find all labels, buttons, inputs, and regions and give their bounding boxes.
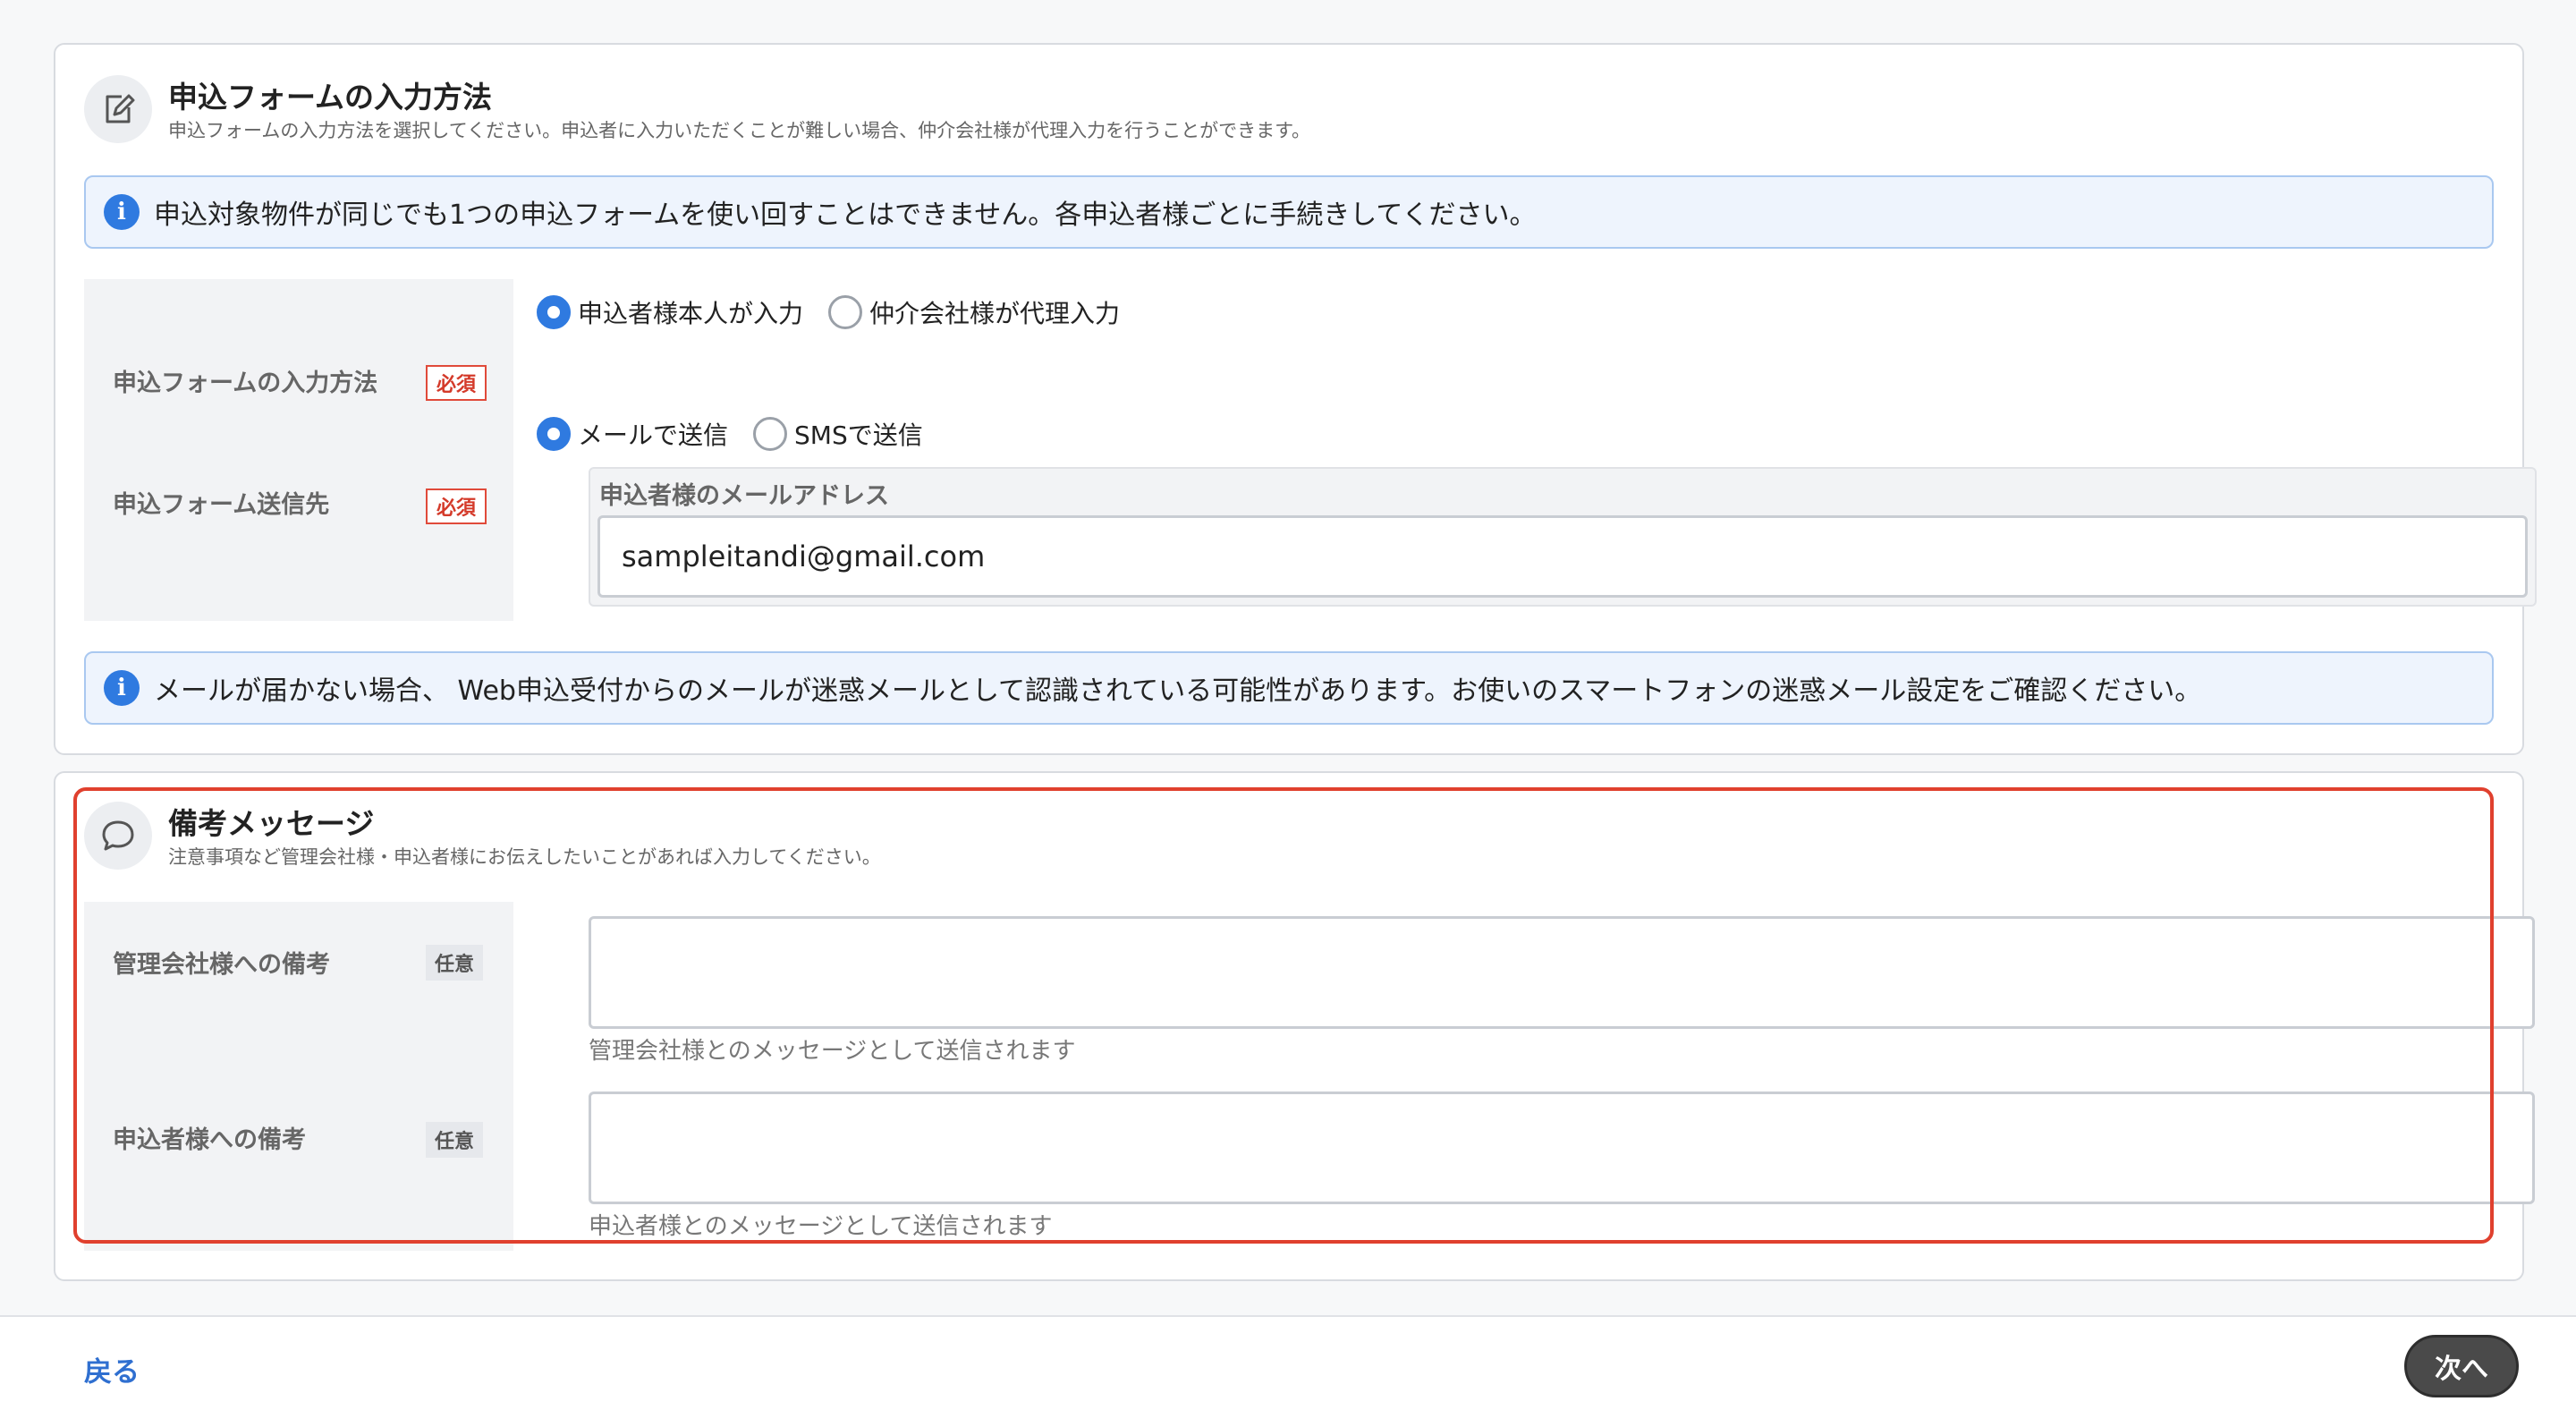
radio-option-agent-input[interactable]: 仲介会社様が代理入力 [828,294,1120,330]
section-title: 申込フォームの入力方法 [168,80,493,115]
applicant-note-helper: 申込者様とのメッセージとして送信されます [589,1213,1053,1240]
label-column: 申込フォームの入力方法 必須 申込フォーム送信先 必須 [84,279,513,621]
section-description: 注意事項など管理会社様・申込者様にお伝えしたいことがあれば入力してください。 [168,846,881,868]
info-notice: i 申込対象物件が同じでも1つの申込フォームを使い回すことはできません。各申込者… [84,175,2494,249]
radio-option-self-input[interactable]: 申込者様本人が入力 [537,294,803,330]
input-method-card: 申込フォームの入力方法 申込フォームの入力方法を選択してください。申込者に入力い… [54,43,2537,755]
email-field-group: 申込者様のメールアドレス [589,467,2537,607]
input-method-label: 申込フォームの入力方法 [113,369,378,397]
mail-notice-text: メールが届かない場合、 Web申込受付からのメールが迷惑メールとして認識されてい… [154,675,2202,707]
mail-notice: i メールが届かない場合、 Web申込受付からのメールが迷惑メールとして認識され… [84,651,2494,725]
radio-label: 申込者様本人が入力 [578,299,804,328]
radio-button[interactable] [537,295,571,329]
radio-option-email[interactable]: メールで送信 [537,416,728,452]
send-to-radio-group: メールで送信 SMSで送信 [537,416,948,452]
radio-button[interactable] [537,417,571,451]
management-note-label: 管理会社様への備考 [113,951,330,979]
applicant-note-label: 申込者様への備考 [113,1126,306,1154]
radio-button[interactable] [753,417,788,451]
applicant-note-textarea[interactable] [589,1091,2535,1204]
label-column: 管理会社様への備考 任意 申込者様への備考 任意 [84,902,513,1251]
next-button[interactable]: 次へ [2404,1335,2519,1397]
section-title: 備考メッセージ [168,806,375,841]
footer-bar: 戻る 次へ [0,1315,2576,1410]
back-link[interactable]: 戻る [84,1349,140,1389]
radio-option-sms[interactable]: SMSで送信 [753,416,923,452]
optional-badge: 任意 [426,945,483,981]
required-badge: 必須 [426,488,487,524]
radio-label: メールで送信 [578,420,729,450]
radio-button[interactable] [828,295,863,329]
send-to-label: 申込フォーム送信先 [113,491,330,519]
management-note-helper: 管理会社様とのメッセージとして送信されます [589,1038,1076,1065]
management-note-textarea[interactable] [589,916,2535,1029]
remarks-card: 備考メッセージ 注意事項など管理会社様・申込者様にお伝えしたいことがあれば入力し… [54,771,2535,1281]
chat-bubble-icon [84,802,152,870]
email-label: 申込者様のメールアドレス [599,482,889,510]
section-description: 申込フォームの入力方法を選択してください。申込者に入力いただくことが難しい場合、… [168,120,1311,141]
optional-badge: 任意 [426,1122,483,1158]
radio-label: 仲介会社様が代理入力 [869,299,1121,328]
info-icon: i [104,194,140,230]
info-notice-text: 申込対象物件が同じでも1つの申込フォームを使い回すことはできません。各申込者様ご… [154,200,1537,231]
info-icon: i [104,670,140,706]
required-badge: 必須 [426,365,487,401]
input-method-radio-group: 申込者様本人が入力 仲介会社様が代理入力 [537,294,1145,330]
radio-label: SMSで送信 [794,420,923,450]
edit-icon [84,75,152,143]
email-input[interactable] [597,515,2528,598]
